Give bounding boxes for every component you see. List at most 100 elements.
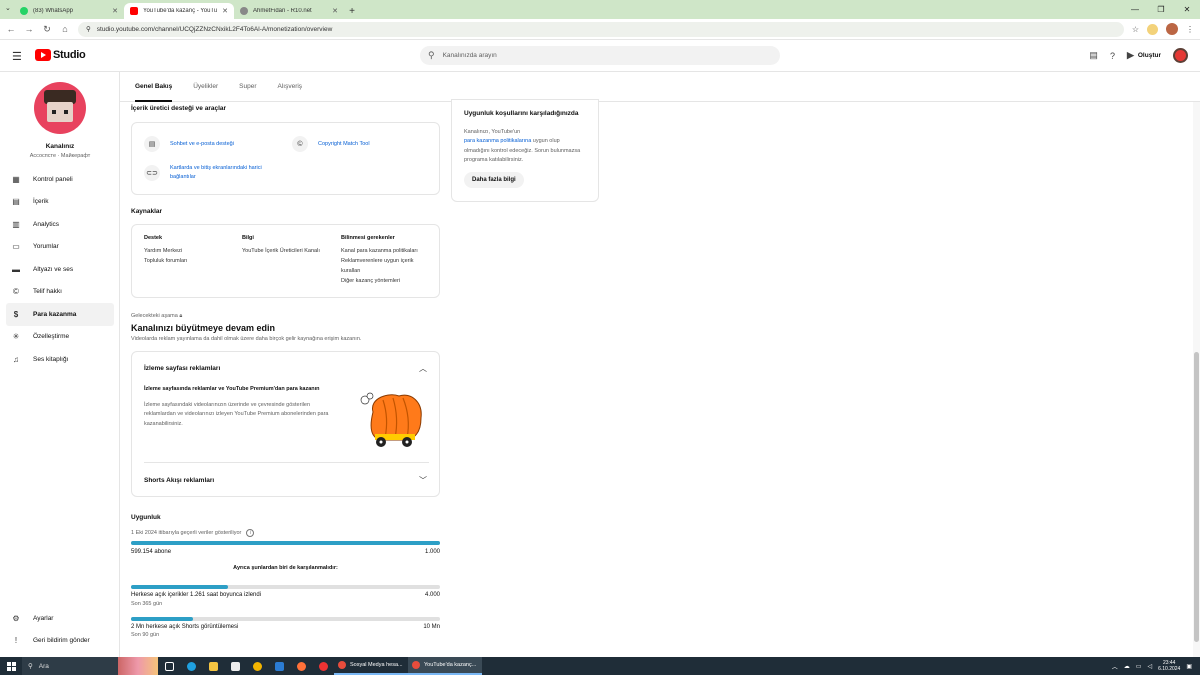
learn-more-button[interactable]: Daha fazla bilgi bbox=[464, 172, 524, 188]
menu-icon[interactable]: ⋮ bbox=[1186, 25, 1194, 34]
account-avatar[interactable] bbox=[1173, 48, 1188, 63]
new-tab-button[interactable]: + bbox=[344, 3, 360, 19]
sidebar-nav: ▦ Kontrol paneli ▤ İçerik ▥ Analytics ▭ Yorumla… bbox=[6, 168, 114, 371]
chat-support-link[interactable]: Sohbet ve e-posta desteği bbox=[170, 140, 234, 149]
chrome-icon[interactable] bbox=[246, 657, 268, 675]
display-icon[interactable]: ▭ bbox=[1136, 663, 1142, 670]
watch-hours-period: Son 365 gün bbox=[131, 601, 163, 607]
browser-tab-r10[interactable]: AhmetFidan - R10.net ✕ bbox=[234, 3, 344, 19]
volume-icon[interactable]: ◁ bbox=[1147, 663, 1152, 670]
sidebar-item-monetization[interactable]: $ Para kazanma bbox=[6, 303, 114, 326]
sidebar-item-feedback[interactable]: ! Geri bildirim gönder bbox=[6, 630, 114, 653]
copyright-match-tool[interactable]: © Copyright Match Tool bbox=[292, 136, 370, 152]
edge-icon[interactable] bbox=[180, 657, 202, 675]
know-heading: Bilinmesi gerekenler bbox=[341, 235, 395, 241]
tab-overview[interactable]: Genel Bakış bbox=[135, 72, 173, 102]
creators-channel-link[interactable]: YouTube İçerik Üreticileri Kanalı bbox=[242, 246, 320, 256]
close-window-icon[interactable]: ✕ bbox=[1174, 0, 1200, 19]
page-scrollbar[interactable] bbox=[1193, 102, 1200, 657]
create-label: Oluştur bbox=[1137, 52, 1161, 59]
sidebar-item-label: Analytics bbox=[33, 220, 60, 228]
shorts-views-target: 10 Mn bbox=[423, 624, 440, 630]
sidebar-item-dashboard[interactable]: ▦ Kontrol paneli bbox=[6, 168, 114, 191]
hamburger-menu-icon[interactable]: ☰ bbox=[12, 50, 22, 63]
chevron-up-icon[interactable]: ︿ bbox=[419, 363, 427, 374]
task-view-icon[interactable] bbox=[158, 657, 180, 675]
external-links-support[interactable]: ⊂⊃ Kartlarda ve bitiş ekranlarındaki har… bbox=[144, 164, 262, 182]
sidebar-item-copyright[interactable]: © Telif hakkı bbox=[6, 281, 114, 304]
sidebar-item-audio-library[interactable]: ♫ Ses kitaplığı bbox=[6, 348, 114, 371]
sidebar-item-settings[interactable]: ⚙ Ayarlar bbox=[6, 607, 114, 630]
monetization-policies-inline-link[interactable]: para kazanma politikalarına bbox=[464, 138, 531, 144]
channel-avatar[interactable] bbox=[34, 82, 86, 134]
tray-chevron-icon[interactable]: ︿ bbox=[1112, 662, 1118, 671]
restore-icon[interactable]: ❐ bbox=[1148, 0, 1174, 19]
tab-super[interactable]: Super bbox=[239, 72, 256, 102]
info-icon[interactable]: i bbox=[246, 529, 255, 537]
profile-icon[interactable] bbox=[1166, 23, 1178, 35]
r10-icon bbox=[240, 7, 248, 15]
back-icon[interactable]: ← bbox=[6, 24, 16, 34]
store-icon[interactable] bbox=[224, 657, 246, 675]
opera-icon[interactable] bbox=[312, 657, 334, 675]
clock[interactable]: 23:44 6.10.2024 bbox=[1158, 660, 1180, 673]
advertiser-guidelines-link[interactable]: Reklamverenlere uygun içerik bbox=[341, 256, 418, 266]
advertiser-guidelines-link-cont[interactable]: kuralları bbox=[341, 266, 418, 276]
reload-icon[interactable]: ↻ bbox=[42, 24, 52, 35]
mail-icon[interactable] bbox=[268, 657, 290, 675]
sidebar-item-content[interactable]: ▤ İçerik bbox=[6, 191, 114, 214]
explorer-icon[interactable] bbox=[202, 657, 224, 675]
browser-tab-whatsapp[interactable]: (83) WhatsApp ✕ bbox=[14, 3, 124, 19]
notifications-icon[interactable]: ▣ bbox=[1186, 663, 1192, 670]
chat-email-support[interactable]: ▤ Sohbet ve e-posta desteği bbox=[144, 136, 234, 152]
browser-tab-bar: ⌄ (83) WhatsApp ✕ YouTube'da kazanç - Yo… bbox=[0, 0, 1200, 19]
taskbar-search[interactable]: ⚲ Ara bbox=[22, 657, 118, 675]
other-earning-link[interactable]: Diğer kazanç yöntemleri bbox=[341, 276, 418, 286]
watch-page-ads-header[interactable]: İzleme sayfası reklamları bbox=[144, 365, 220, 372]
create-button[interactable]: ▶ Oluştur bbox=[1127, 50, 1161, 61]
studio-logo[interactable]: Studio bbox=[35, 49, 86, 61]
messages-icon[interactable]: ▤ bbox=[1089, 50, 1098, 61]
sidebar-item-analytics[interactable]: ▥ Analytics bbox=[6, 213, 114, 236]
extension-icon[interactable] bbox=[1147, 23, 1158, 35]
scrollbar-thumb[interactable] bbox=[1194, 352, 1199, 642]
sidebar-bottom-nav: ⚙ Ayarlar! Geri bildirim gönder bbox=[6, 607, 114, 652]
external-links-link[interactable]: Kartlarda ve bitiş ekranlarındaki harici… bbox=[170, 164, 262, 182]
firefox-icon[interactable] bbox=[290, 657, 312, 675]
shorts-ads-header[interactable]: Shorts Akışı reklamları bbox=[144, 477, 214, 484]
address-bar[interactable]: ⚲ studio.youtube.com/channel/UCQjZZNzCNx… bbox=[78, 21, 1124, 37]
help-center-link[interactable]: Yardım Merkezi bbox=[144, 246, 187, 256]
channel-name: Kanalınız bbox=[45, 143, 75, 150]
channel-search-input[interactable]: ⚲ Kanalınızda arayın bbox=[420, 46, 780, 65]
network-icon[interactable]: ☁ bbox=[1124, 663, 1130, 670]
sidebar-item-customization[interactable]: ✳ Özelleştirme bbox=[6, 326, 114, 349]
close-tab-icon[interactable]: ✕ bbox=[112, 7, 118, 15]
bookmark-star-icon[interactable]: ☆ bbox=[1132, 25, 1139, 34]
sidebar-item-subtitles[interactable]: ▬ Altyazı ve ses bbox=[6, 258, 114, 281]
minimize-icon[interactable]: — bbox=[1122, 0, 1148, 19]
close-tab-icon[interactable]: ✕ bbox=[222, 7, 228, 15]
chevron-down-icon[interactable]: ﹀ bbox=[419, 475, 427, 486]
tab-search-icon[interactable]: ⌄ bbox=[5, 4, 11, 12]
tab-shopping[interactable]: Alışveriş bbox=[278, 72, 303, 102]
monetization-policies-link[interactable]: Kanal para kazanma politikaları bbox=[341, 246, 418, 256]
forward-icon[interactable]: → bbox=[24, 24, 34, 34]
site-info-icon[interactable]: ⚲ bbox=[86, 25, 91, 33]
sidebar-item-comments[interactable]: ▭ Yorumlar bbox=[6, 236, 114, 259]
community-forum-link[interactable]: Topluluk forumları bbox=[144, 256, 187, 266]
start-button[interactable] bbox=[0, 657, 22, 675]
shorts-views-label: 2 Mn herkese açık Shorts görüntülemesi bbox=[131, 624, 239, 630]
widgets-icon[interactable] bbox=[118, 657, 158, 675]
taskbar-window-social[interactable]: Sosyal Medya hesa... bbox=[334, 657, 408, 675]
taskbar-window-youtube[interactable]: YouTube'da kazanç... bbox=[408, 657, 482, 675]
shorts-views-progress-bar bbox=[131, 617, 440, 621]
search-placeholder: Kanalınızda arayın bbox=[442, 52, 497, 59]
help-icon[interactable]: ? bbox=[1110, 51, 1115, 61]
watch-hours-target: 4.000 bbox=[424, 592, 440, 598]
home-icon[interactable]: ⌂ bbox=[60, 24, 70, 34]
tab-memberships[interactable]: Üyelikler bbox=[193, 72, 218, 102]
copyright-tool-link[interactable]: Copyright Match Tool bbox=[318, 140, 370, 149]
browser-tab-youtube[interactable]: YouTube'da kazanç - YouTube ✕ bbox=[124, 3, 234, 19]
close-tab-icon[interactable]: ✕ bbox=[332, 7, 338, 15]
chrome-icon bbox=[338, 661, 346, 669]
